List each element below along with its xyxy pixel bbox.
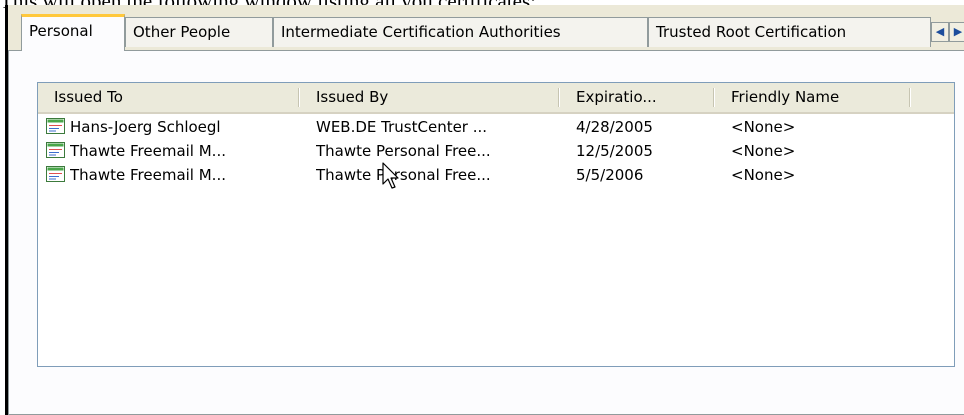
expiration-cell: 4/28/2005 — [576, 118, 653, 136]
column-header-friendly-name[interactable]: Friendly Name — [715, 83, 911, 112]
column-header-issued-to[interactable]: Issued To — [38, 83, 300, 112]
issued-to-cell: Thawte Freemail M... — [70, 142, 226, 160]
scroll-left-icon[interactable]: ◀ — [931, 22, 949, 42]
table-row[interactable]: Thawte Freemail M... Thawte Personal Fre… — [38, 163, 954, 187]
tab-trusted-root[interactable]: Trusted Root Certification — [648, 17, 931, 47]
expiration-cell: 12/5/2005 — [576, 142, 653, 160]
table-row[interactable]: Hans-Joerg Schloegl WEB.DE TrustCenter .… — [38, 115, 954, 139]
tab-intermediate-ca[interactable]: Intermediate Certification Authorities — [273, 17, 648, 47]
issued-by-cell: Thawte Personal Free... — [316, 166, 491, 184]
issued-to-cell: Hans-Joerg Schloegl — [70, 118, 221, 136]
issued-by-cell: WEB.DE TrustCenter ... — [316, 118, 488, 136]
tab-panel-personal: Issued To Issued By Expiratio... Friendl… — [8, 50, 964, 415]
certificate-icon — [46, 118, 65, 134]
friendly-name-cell: <None> — [731, 166, 796, 184]
tab-strip: Personal Other People Intermediate Certi… — [8, 14, 964, 51]
table-row[interactable]: Thawte Freemail M... Thawte Personal Fre… — [38, 139, 954, 163]
scroll-right-icon[interactable]: ▶ — [949, 22, 964, 42]
certificate-icon — [46, 166, 65, 182]
tab-scroll-buttons: ◀ ▶ — [931, 22, 964, 42]
issued-to-cell: Thawte Freemail M... — [70, 166, 226, 184]
issued-by-cell: Thawte Personal Free... — [316, 142, 491, 160]
certificate-list[interactable]: Issued To Issued By Expiratio... Friendl… — [37, 82, 955, 367]
certificates-dialog: Personal Other People Intermediate Certi… — [5, 5, 964, 415]
tab-other-people[interactable]: Other People — [125, 17, 273, 47]
list-header: Issued To Issued By Expiratio... Friendl… — [38, 83, 954, 114]
certificate-icon — [46, 142, 65, 158]
column-header-expiration[interactable]: Expiratio... — [560, 83, 715, 112]
tab-personal[interactable]: Personal — [21, 14, 125, 51]
friendly-name-cell: <None> — [731, 142, 796, 160]
column-header-issued-by[interactable]: Issued By — [300, 83, 560, 112]
friendly-name-cell: <None> — [731, 118, 796, 136]
expiration-cell: 5/5/2006 — [576, 166, 644, 184]
